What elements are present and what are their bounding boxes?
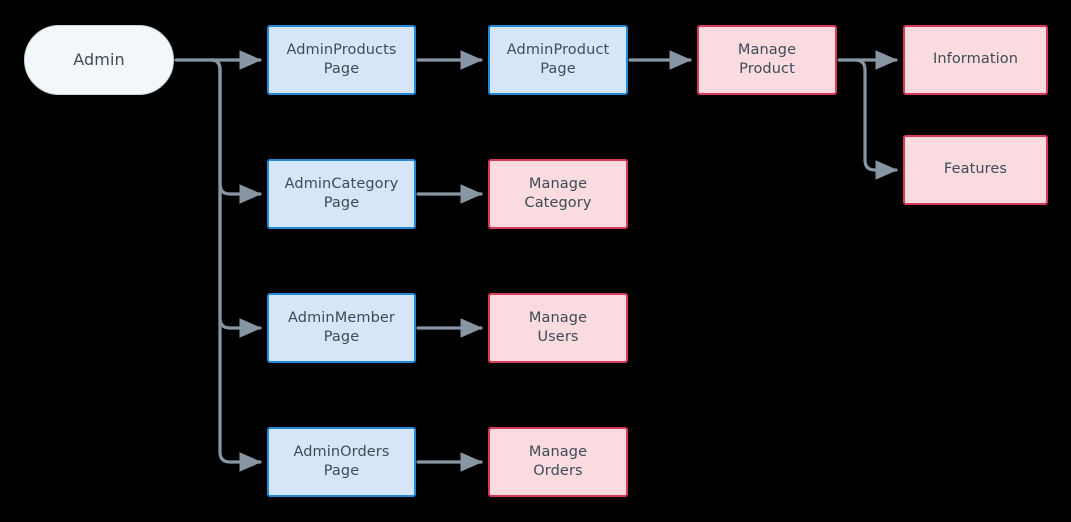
- node-admin-orders-page[interactable]: AdminOrders Page: [267, 427, 416, 497]
- edge-manage-product-to-features: [853, 58, 898, 180]
- flowchart-canvas: Admin AdminProducts Page AdminProduct Pa…: [0, 0, 1071, 522]
- node-manage-product[interactable]: Manage Product: [697, 25, 837, 95]
- node-features[interactable]: Features: [903, 135, 1048, 205]
- node-admin[interactable]: Admin: [24, 25, 174, 95]
- edge-admin-to-orders: [210, 58, 262, 472]
- node-admin-category-page[interactable]: AdminCategory Page: [267, 159, 416, 229]
- edge-admin-to-category: [210, 58, 262, 204]
- node-information[interactable]: Information: [903, 25, 1048, 95]
- node-manage-orders[interactable]: Manage Orders: [488, 427, 628, 497]
- edge-admin-to-member: [210, 58, 262, 338]
- node-admin-member-page[interactable]: AdminMember Page: [267, 293, 416, 363]
- node-admin-product-page[interactable]: AdminProduct Page: [488, 25, 628, 95]
- node-manage-users[interactable]: Manage Users: [488, 293, 628, 363]
- node-admin-products-page[interactable]: AdminProducts Page: [267, 25, 416, 95]
- node-manage-category[interactable]: Manage Category: [488, 159, 628, 229]
